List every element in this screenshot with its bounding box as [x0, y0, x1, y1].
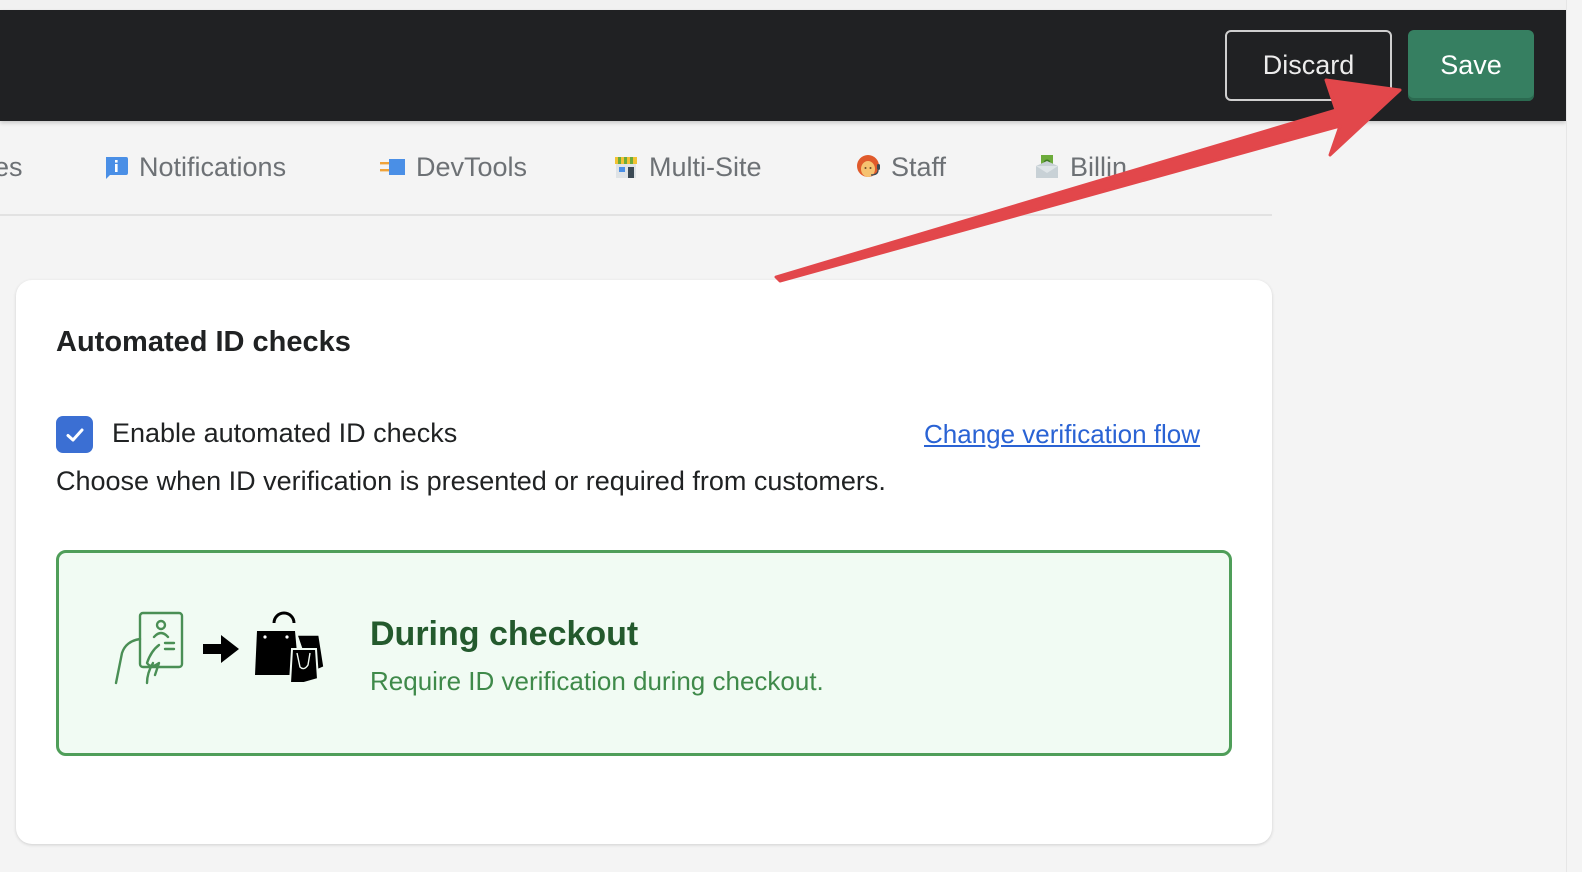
automated-id-checks-card: Automated ID checks Enable automated ID …	[16, 280, 1272, 844]
arrow-right-icon	[203, 635, 239, 663]
save-button[interactable]: Save	[1408, 30, 1534, 101]
change-verification-flow-link[interactable]: Change verification flow	[924, 419, 1200, 450]
id-to-checkout-illustration	[111, 611, 333, 691]
settings-tabs: es Notifications DevTools Multi-Site Sta…	[0, 121, 1272, 216]
enable-id-checks-checkbox[interactable]	[56, 416, 93, 453]
tab-label: Multi-Site	[649, 151, 762, 182]
contextual-save-bar: Discard Save	[0, 10, 1566, 121]
storefront-icon	[613, 154, 639, 180]
discard-button[interactable]: Discard	[1225, 30, 1392, 101]
window-right-edge	[1566, 0, 1582, 872]
tab-notifications[interactable]: Notifications	[103, 147, 286, 187]
tab-label: DevTools	[416, 151, 528, 182]
id-card-hand-icon	[114, 611, 184, 685]
option-description: Require ID verification during checkout.	[370, 666, 824, 696]
tab-label: es	[0, 151, 23, 182]
checkmark-icon	[66, 428, 83, 441]
enable-id-checks-label[interactable]: Enable automated ID checks	[112, 418, 457, 449]
shopping-bags-icon	[255, 611, 325, 684]
plug-icon	[380, 154, 406, 180]
option-title: During checkout	[370, 615, 639, 653]
tab-billing[interactable]: Billin	[1034, 147, 1127, 187]
tab-multi-site[interactable]: Multi-Site	[613, 147, 762, 187]
tab-truncated[interactable]: es	[0, 147, 23, 187]
tab-label: Billin	[1070, 151, 1128, 182]
window-top-strip	[0, 0, 1582, 10]
info-bubble-icon	[103, 154, 129, 180]
support-agent-icon	[855, 154, 881, 180]
card-title: Automated ID checks	[56, 326, 351, 358]
tab-label: Notifications	[139, 151, 287, 182]
tab-devtools[interactable]: DevTools	[380, 147, 527, 187]
tab-label: Staff	[891, 151, 947, 182]
money-envelope-icon	[1034, 154, 1060, 180]
help-text: Choose when ID verification is presented…	[56, 466, 886, 496]
tab-staff[interactable]: Staff	[855, 147, 946, 187]
during-checkout-option[interactable]: During checkout Require ID verification …	[56, 550, 1232, 756]
